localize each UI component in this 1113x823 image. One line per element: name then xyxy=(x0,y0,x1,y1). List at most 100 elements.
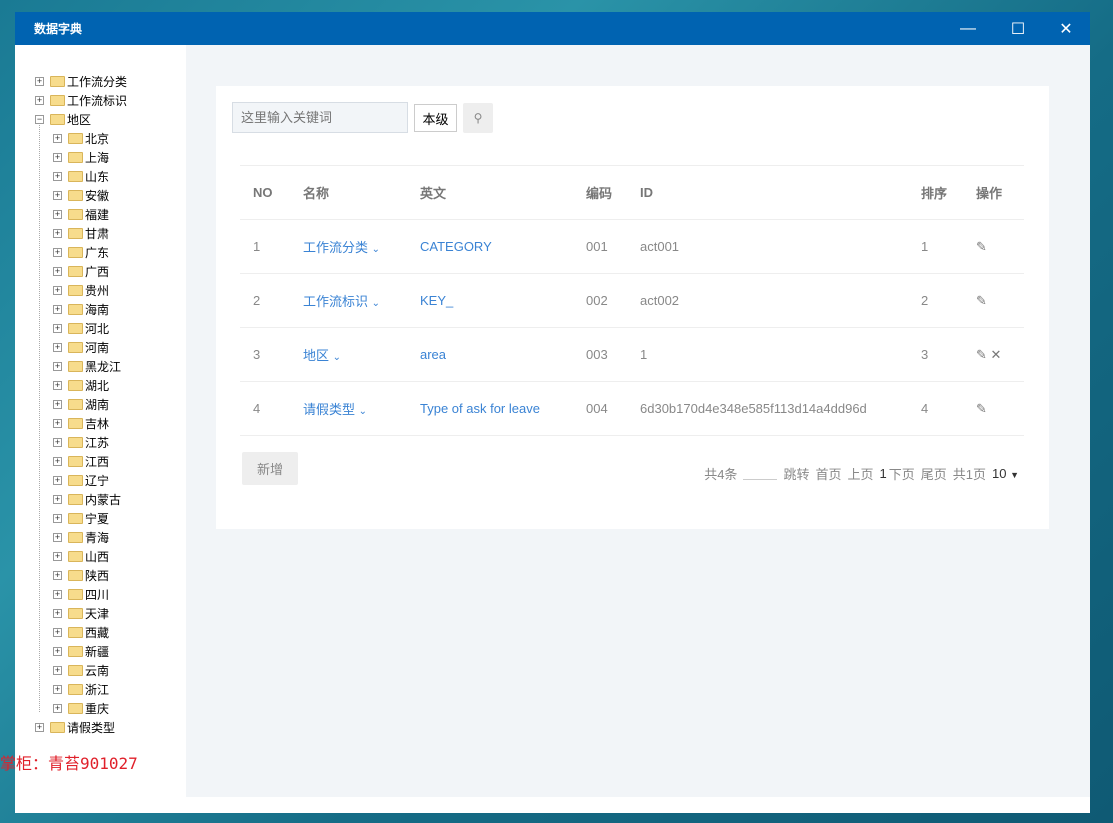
expand-icon[interactable]: + xyxy=(35,96,44,105)
page-size-select[interactable]: 10 ▼ xyxy=(992,466,1019,481)
collapse-icon[interactable]: − xyxy=(35,115,44,124)
tree-node[interactable]: + 工作流分类 xyxy=(35,72,127,91)
jump-page-input[interactable] xyxy=(743,468,778,480)
name-dropdown[interactable]: 请假类型 ⌄ xyxy=(290,381,407,436)
expand-icon[interactable]: + xyxy=(53,666,62,675)
expand-icon[interactable]: + xyxy=(53,457,62,466)
expand-icon[interactable]: + xyxy=(53,590,62,599)
tree-node[interactable]: + 甘肃 xyxy=(53,224,109,243)
expand-icon[interactable]: + xyxy=(53,571,62,580)
tree-node[interactable]: + 云南 xyxy=(53,661,109,680)
tree-node[interactable]: + 天津 xyxy=(53,604,109,623)
expand-icon[interactable]: + xyxy=(53,134,62,143)
tree-node[interactable]: + 上海 xyxy=(53,148,109,167)
tree-node[interactable]: + 贵州 xyxy=(53,281,109,300)
edit-icon[interactable]: ✎ xyxy=(976,347,987,362)
tree-node[interactable]: + 吉林 xyxy=(53,414,109,433)
expand-icon[interactable]: + xyxy=(53,286,62,295)
level-button[interactable]: 本级 xyxy=(414,104,457,132)
window-title: 数据字典 xyxy=(34,22,83,36)
expand-icon[interactable]: + xyxy=(53,153,62,162)
tree-node[interactable]: + 湖北 xyxy=(53,376,109,395)
tree-node[interactable]: + 内蒙古 xyxy=(53,490,121,509)
tree-node[interactable]: + 湖南 xyxy=(53,395,109,414)
name-dropdown[interactable]: 工作流分类 ⌄ xyxy=(290,219,407,274)
expand-icon[interactable]: + xyxy=(53,552,62,561)
tree-node[interactable]: + 安徽 xyxy=(53,186,109,205)
first-page-link[interactable]: 首页 xyxy=(815,464,841,483)
tree-node[interactable]: + 山西 xyxy=(53,547,109,566)
expand-icon[interactable]: + xyxy=(53,476,62,485)
expand-icon[interactable]: + xyxy=(53,229,62,238)
expand-icon[interactable]: + xyxy=(53,172,62,181)
tree-node[interactable]: + 浙江 xyxy=(53,680,109,699)
expand-icon[interactable]: + xyxy=(53,191,62,200)
last-page-link[interactable]: 尾页 xyxy=(921,464,947,483)
prev-page-link[interactable]: 上页 xyxy=(847,464,873,483)
tree-node[interactable]: + 海南 xyxy=(53,300,109,319)
tree-node[interactable]: + 重庆 xyxy=(53,699,109,718)
edit-icon[interactable]: ✎ xyxy=(976,293,987,308)
tree-node[interactable]: + 广西 xyxy=(53,262,109,281)
expand-icon[interactable]: + xyxy=(35,77,44,86)
expand-icon[interactable]: + xyxy=(53,704,62,713)
expand-icon[interactable]: + xyxy=(53,495,62,504)
expand-icon[interactable]: + xyxy=(53,685,62,694)
english-name-link[interactable]: KEY_ xyxy=(407,273,573,328)
edit-icon[interactable]: ✎ xyxy=(976,401,987,416)
tree-node[interactable]: + 四川 xyxy=(53,585,109,604)
english-name-link[interactable]: Type of ask for leave xyxy=(407,381,573,436)
expand-icon[interactable]: + xyxy=(53,609,62,618)
tree-node[interactable]: + 请假类型 xyxy=(35,718,115,737)
tree-node[interactable]: + 辽宁 xyxy=(53,471,109,490)
expand-icon[interactable]: + xyxy=(53,210,62,219)
expand-icon[interactable]: + xyxy=(53,647,62,656)
search-input[interactable] xyxy=(232,102,408,133)
tree-node[interactable]: + 青海 xyxy=(53,528,109,547)
delete-icon[interactable]: ✕ xyxy=(991,347,1002,362)
edit-icon[interactable]: ✎ xyxy=(976,239,987,254)
tree-node[interactable]: + 工作流标识 xyxy=(35,91,127,110)
minimize-button[interactable]: — xyxy=(945,12,991,45)
expand-icon[interactable]: + xyxy=(53,381,62,390)
folder-icon xyxy=(68,684,83,695)
expand-icon[interactable]: + xyxy=(53,324,62,333)
tree-node[interactable]: + 宁夏 xyxy=(53,509,109,528)
expand-icon[interactable]: + xyxy=(53,533,62,542)
expand-icon[interactable]: + xyxy=(53,343,62,352)
tree-node[interactable]: + 江苏 xyxy=(53,433,109,452)
expand-icon[interactable]: + xyxy=(53,305,62,314)
expand-icon[interactable]: + xyxy=(53,419,62,428)
tree-node[interactable]: + 黑龙江 xyxy=(53,357,121,376)
english-name-link[interactable]: area xyxy=(407,327,573,382)
expand-icon[interactable]: + xyxy=(53,400,62,409)
tree-node[interactable]: + 山东 xyxy=(53,167,109,186)
tree-node[interactable]: + 福建 xyxy=(53,205,109,224)
expand-icon[interactable]: + xyxy=(53,362,62,371)
search-button[interactable]: ⚲ xyxy=(463,103,493,133)
tree-node[interactable]: + 河南 xyxy=(53,338,109,357)
name-dropdown[interactable]: 工作流标识 ⌄ xyxy=(290,273,407,328)
add-button[interactable]: 新增 xyxy=(242,452,298,485)
tree-node[interactable]: + 江西 xyxy=(53,452,109,471)
expand-icon[interactable]: + xyxy=(53,514,62,523)
row-no: 2 xyxy=(240,273,290,328)
maximize-button[interactable]: ☐ xyxy=(995,12,1041,45)
tree-node[interactable]: − 地区 xyxy=(35,110,91,129)
name-dropdown[interactable]: 地区 ⌄ xyxy=(290,327,407,382)
expand-icon[interactable]: + xyxy=(35,723,44,732)
tree-node[interactable]: + 西藏 xyxy=(53,623,109,642)
expand-icon[interactable]: + xyxy=(53,267,62,276)
expand-icon[interactable]: + xyxy=(53,438,62,447)
close-button[interactable]: ✕ xyxy=(1043,12,1089,45)
expand-icon[interactable]: + xyxy=(53,248,62,257)
next-page-link[interactable]: 下页 xyxy=(889,464,915,483)
expand-icon[interactable]: + xyxy=(53,628,62,637)
jump-button[interactable]: 跳转 xyxy=(783,464,809,483)
tree-node[interactable]: + 北京 xyxy=(53,129,109,148)
english-name-link[interactable]: CATEGORY xyxy=(407,219,573,274)
tree-node[interactable]: + 陕西 xyxy=(53,566,109,585)
tree-node[interactable]: + 新疆 xyxy=(53,642,109,661)
tree-node[interactable]: + 广东 xyxy=(53,243,109,262)
tree-node[interactable]: + 河北 xyxy=(53,319,109,338)
